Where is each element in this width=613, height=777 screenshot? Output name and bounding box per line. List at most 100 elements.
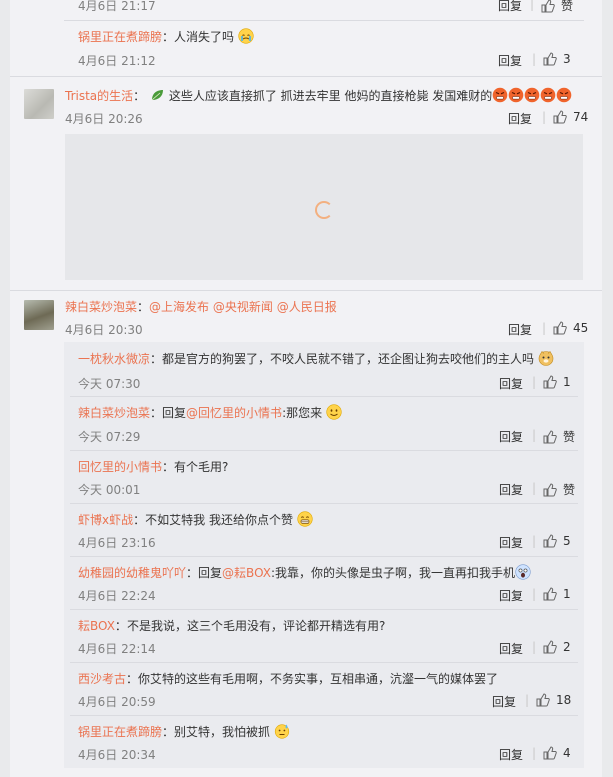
angry-face-icon [540, 87, 556, 103]
reply-button[interactable]: 回复 [499, 534, 523, 551]
loading-spinner-icon [315, 201, 333, 219]
comment-time: 4月6日 20:26 [65, 112, 143, 126]
mention-link[interactable]: @央视新闻 [213, 300, 273, 314]
reply-button[interactable]: 回复 [508, 321, 532, 338]
like-count: 18 [556, 693, 572, 707]
like-button[interactable]: 18 [536, 693, 571, 707]
thumbs-up-icon [543, 429, 557, 443]
separator: | [532, 746, 537, 760]
user-name[interactable]: 辣白菜炒泡菜 [65, 300, 137, 314]
reply-item: 虾博x虾战：不如艾特我 我还给你点个赞 [78, 511, 313, 528]
angry-face-icons [492, 87, 572, 103]
like-button[interactable]: 5 [543, 534, 571, 548]
reply-prefix: 回复 [198, 566, 223, 580]
divider [70, 715, 578, 716]
reply-time: 今天 00:01 [78, 483, 141, 497]
user-name[interactable]: 回忆里的小情书 [78, 460, 162, 474]
thumbs-up-icon [543, 375, 557, 389]
like-count: 4 [563, 746, 571, 760]
reply-button[interactable]: 回复 [499, 746, 523, 763]
user-name[interactable]: Trista的生活 [65, 89, 133, 103]
like-count: 1 [563, 587, 571, 601]
divider [70, 450, 578, 451]
reply-button[interactable]: 回复 [499, 481, 523, 498]
divider [70, 556, 578, 557]
user-name[interactable]: 锅里正在煮蹄膀 [78, 725, 162, 739]
separator: | [532, 375, 537, 389]
reply-text: 人消失了吗 [174, 30, 235, 44]
reply-text: 有个毛用? [174, 460, 229, 474]
like-button[interactable]: 45 [553, 321, 588, 335]
reply-button[interactable]: 回复 [499, 640, 523, 657]
like-button[interactable]: 2 [543, 640, 571, 654]
reply-item: 辣白菜炒泡菜：回复@回忆里的小情书:那您来 [78, 404, 342, 421]
like-count: 1 [563, 375, 571, 389]
reply-button[interactable]: 回复 [508, 110, 532, 127]
reply-text: 都是官方的狗罢了，不咬人民就不错了，还企图让狗去咬他们的主人吗 [162, 352, 535, 366]
like-button[interactable]: 74 [553, 110, 588, 124]
like-button[interactable]: 1 [543, 375, 571, 389]
like-button[interactable]: 1 [543, 587, 571, 601]
like-button[interactable]: 赞 [543, 481, 575, 498]
mention-link[interactable]: @人民日报 [277, 300, 337, 314]
user-name[interactable]: 辣白菜炒泡菜 [78, 406, 150, 420]
mention-link[interactable]: @耘BOX [222, 566, 271, 580]
divider [64, 20, 584, 21]
user-name[interactable]: 虾博x虾战 [78, 513, 133, 527]
reply-time: 4月6日 21:17 [78, 0, 156, 13]
smile-face-icon [326, 404, 342, 420]
separator: | [532, 640, 537, 654]
user-name[interactable]: 耘BOX [78, 619, 115, 633]
separator: | [532, 52, 537, 66]
thumbs-up-icon [553, 110, 567, 124]
like-count: 45 [573, 321, 589, 335]
user-name[interactable]: 西沙考古 [78, 672, 126, 686]
angry-face-icon [492, 87, 508, 103]
reply-text: 不如艾特我 我还给你点个赞 [145, 513, 293, 527]
mention-link[interactable]: @回忆里的小情书 [186, 406, 282, 420]
reply-button[interactable]: 回复 [499, 375, 523, 392]
reply-button[interactable]: 回复 [498, 52, 522, 69]
reply-time: 4月6日 22:14 [78, 642, 156, 656]
like-count: 74 [573, 110, 589, 124]
thumbs-up-icon [543, 640, 557, 654]
reply-button[interactable]: 回复 [499, 587, 523, 604]
like-button[interactable]: 赞 [541, 0, 573, 14]
reply-time: 4月6日 20:34 [78, 748, 156, 762]
thumbs-up-icon [543, 482, 557, 496]
separator: | [542, 110, 547, 124]
avatar[interactable] [24, 300, 54, 330]
reply-button[interactable]: 回复 [492, 693, 516, 710]
reply-item: 一枕秋水微凉：都是官方的狗罢了，不咬人民就不错了，还企图让狗去咬他们的主人吗 [78, 350, 554, 367]
comment-item: Trista的生活： 这些人应该直接抓了 抓进去牢里 他妈的直接枪毙 发国难财的 [65, 87, 572, 104]
reply-button[interactable]: 回复 [498, 0, 522, 14]
scared-face-icon [515, 564, 531, 580]
reply-time: 今天 07:29 [78, 430, 141, 444]
reply-time: 今天 07:30 [78, 377, 141, 391]
separator: | [532, 587, 537, 601]
reply-text: :那您来 [282, 406, 323, 420]
user-name[interactable]: 锅里正在煮蹄膀 [78, 30, 162, 44]
mention-link[interactable]: @上海发布 [149, 300, 209, 314]
reply-item: 西沙考古：你艾特的这些有毛用啊，不务实事，互相串通，沆瀣一气的媒体罢了 [78, 672, 499, 686]
like-button[interactable]: 赞 [543, 428, 575, 445]
separator: | [525, 693, 530, 707]
like-button[interactable]: 3 [543, 52, 571, 66]
reply-text: 别艾特，我怕被抓 [174, 725, 271, 739]
divider [70, 662, 578, 663]
like-button[interactable]: 4 [543, 746, 571, 760]
reply-text: 不是我说，这三个毛用没有，评论都开精选有用? [126, 619, 386, 633]
thumbs-up-icon [541, 0, 555, 12]
user-name[interactable]: 幼稚园的幼稚鬼吖吖 [78, 566, 186, 580]
reply-button[interactable]: 回复 [499, 428, 523, 445]
user-name[interactable]: 一枕秋水微凉 [78, 352, 150, 366]
like-count: 2 [563, 640, 571, 654]
leaf-icon [149, 87, 165, 103]
angry-face-icon [524, 87, 540, 103]
divider [10, 76, 602, 77]
reply-time: 4月6日 23:16 [78, 536, 156, 550]
grin-face-icon [297, 511, 313, 527]
thumbs-up-icon [543, 587, 557, 601]
reply-item: 锅里正在煮蹄膀：人消失了吗 [78, 28, 254, 45]
avatar[interactable] [24, 89, 54, 119]
